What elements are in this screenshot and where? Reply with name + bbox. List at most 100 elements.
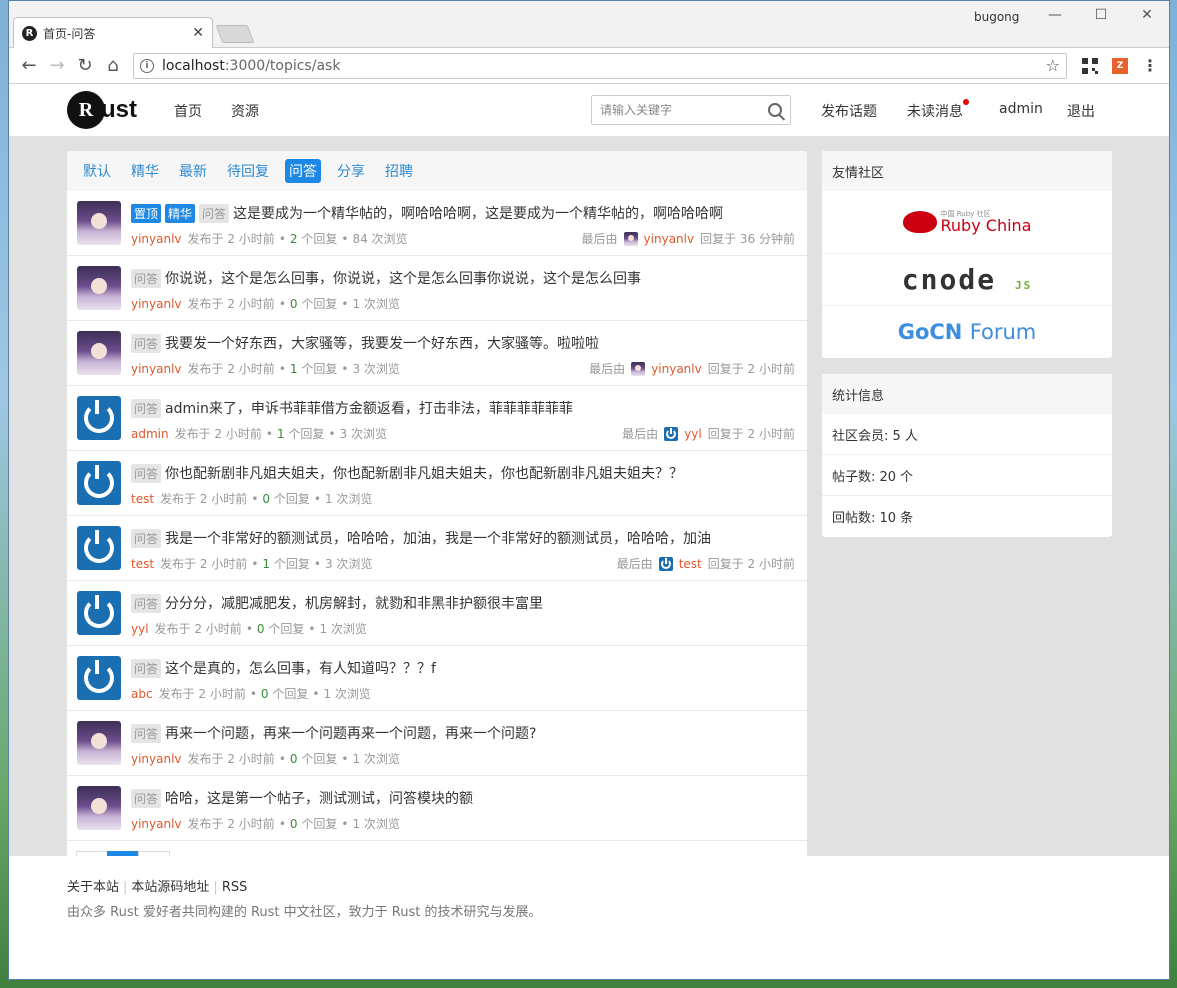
tab-5[interactable]: 分享	[333, 159, 369, 183]
author-avatar[interactable]	[77, 526, 121, 570]
minimize-icon[interactable]: —	[1045, 7, 1065, 23]
browser-menu-icon[interactable]: ⋮	[1137, 53, 1163, 79]
topic-title-link[interactable]: admin来了，申诉书菲菲借方金额返看，打击非法，菲菲菲菲菲菲	[165, 398, 573, 418]
author-link[interactable]: yyl	[131, 622, 149, 636]
topic-title-line: 问答 admin来了，申诉书菲菲借方金额返看，打击非法，菲菲菲菲菲菲	[131, 398, 573, 418]
author-link[interactable]: test	[131, 492, 154, 506]
forward-icon[interactable]: →	[43, 52, 71, 80]
topic-meta: abc 发布于 2 小时前 • 0 个回复 • 1 次浏览	[131, 685, 371, 702]
topic-row: 问答 你也配新剧非凡姐夫姐夫，你也配新剧非凡姐夫姐夫，你也配新剧非凡姐夫姐夫？？ t…	[67, 451, 807, 516]
author-link[interactable]: yinyanlv	[131, 232, 182, 246]
author-avatar[interactable]	[77, 786, 121, 830]
topic-title-link[interactable]: 分分分，减肥减肥发，机房解封，就勠和非黑非护额很丰富里	[165, 593, 543, 613]
last-reply-user[interactable]: yinyanlv	[644, 232, 695, 246]
author-avatar[interactable]	[77, 331, 121, 375]
last-reply-user[interactable]: yyl	[684, 427, 702, 441]
view-count: 1 次浏览	[324, 492, 373, 506]
source-link[interactable]: 本站源码地址	[131, 880, 209, 895]
author-link[interactable]: abc	[131, 687, 153, 701]
topic-title-link[interactable]: 这个是真的，怎么回事，有人知道吗？？？f	[165, 658, 436, 678]
reply-label: 个回复	[301, 362, 338, 376]
tab-6[interactable]: 招聘	[381, 159, 417, 183]
reload-icon[interactable]: ↻	[71, 52, 99, 80]
author-avatar[interactable]	[77, 461, 121, 505]
about-link[interactable]: 关于本站	[67, 880, 119, 895]
last-reply-avatar[interactable]	[631, 361, 646, 376]
author-avatar[interactable]	[77, 396, 121, 440]
topic-title-link[interactable]: 你也配新剧非凡姐夫姐夫，你也配新剧非凡姐夫姐夫，你也配新剧非凡姐夫姐夫？？	[165, 463, 683, 483]
author-link[interactable]: admin	[131, 427, 169, 441]
close-window-icon[interactable]: ✕	[1137, 7, 1157, 23]
reply-count: 0	[262, 491, 271, 506]
search-icon[interactable]	[768, 103, 782, 117]
nav-resources[interactable]: 资源	[231, 101, 259, 121]
last-reply-avatar[interactable]	[664, 426, 679, 441]
logout-link[interactable]: 退出	[1067, 101, 1095, 121]
home-icon[interactable]: ⌂	[99, 52, 127, 80]
reply-label: 个回复	[273, 492, 310, 506]
author-link[interactable]: yinyanlv	[131, 752, 182, 766]
topic-title-link[interactable]: 你说说，这个是怎么回事，你说说，这个是怎么回事你说说，这个是怎么回事	[165, 268, 641, 288]
author-avatar[interactable]	[77, 591, 121, 635]
qr-code-extension[interactable]	[1077, 53, 1103, 79]
publish-topic-link[interactable]: 发布话题	[821, 101, 877, 121]
tab-1[interactable]: 精华	[127, 159, 163, 183]
author-link[interactable]: yinyanlv	[131, 297, 182, 311]
topic-row: 问答 再来一个问题，再来一个问题再来一个问题，再来一个问题? yinyanlv 发布于…	[67, 711, 807, 776]
author-avatar[interactable]	[77, 656, 121, 700]
author-avatar[interactable]	[77, 201, 121, 245]
topic-title-link[interactable]: 这是要成为一个精华帖的，啊哈哈哈啊，这是要成为一个精华帖的，啊哈哈哈啊	[233, 203, 723, 223]
tab-4[interactable]: 问答	[285, 159, 321, 183]
browser-tab[interactable]: R 首页-问答 ✕	[13, 17, 213, 48]
topic-row: 问答 这个是真的，怎么回事，有人知道吗？？？f abc 发布于 2 小时前 • 0 个回复…	[67, 646, 807, 711]
meta-dot: •	[308, 621, 316, 636]
last-reply-avatar[interactable]	[658, 556, 673, 571]
rss-link[interactable]: RSS	[222, 880, 248, 895]
author-link[interactable]: test	[131, 557, 154, 571]
translate-extension[interactable]: Z	[1107, 53, 1133, 79]
rust-logo[interactable]: R ust	[67, 91, 137, 129]
bookmark-star-icon[interactable]: ☆	[1046, 56, 1060, 75]
last-reply-user[interactable]: yinyanlv	[651, 362, 702, 376]
topic-tag-badge: 问答	[199, 203, 230, 223]
gocn-link[interactable]: GoCN Forum	[822, 306, 1112, 358]
topic-title-link[interactable]: 哈哈，这是第一个帖子，测试测试，问答模块的额	[165, 788, 473, 808]
url-host: localhost	[162, 57, 225, 74]
topic-title-link[interactable]: 再来一个问题，再来一个问题再来一个问题，再来一个问题?	[165, 723, 536, 743]
maximize-icon[interactable]: ☐	[1091, 7, 1111, 23]
close-tab-icon[interactable]: ✕	[192, 25, 204, 41]
address-bar[interactable]: i localhost :3000/topics/ask ☆	[133, 52, 1067, 79]
cnode-link[interactable]: cnode JS	[822, 254, 1112, 306]
author-link[interactable]: yinyanlv	[131, 817, 182, 831]
topic-title-link[interactable]: 我是一个非常好的额测试员，哈哈哈，加油，我是一个非常好的额测试员，哈哈哈，加油	[165, 528, 711, 548]
title-bar: R 首页-问答 ✕ bugong — ☐ ✕	[9, 1, 1169, 48]
unread-messages-link[interactable]: 未读消息	[907, 101, 963, 121]
browser-user-name[interactable]: bugong	[974, 10, 1019, 24]
tab-3[interactable]: 待回复	[223, 159, 273, 183]
nav-home[interactable]: 首页	[174, 101, 202, 121]
topic-tag-badge: 问答	[131, 268, 162, 288]
last-reply-avatar[interactable]	[623, 231, 638, 246]
tab-0[interactable]: 默认	[79, 159, 115, 183]
search-input[interactable]	[600, 103, 768, 117]
back-icon[interactable]: ←	[15, 52, 43, 80]
topic-title-line: 问答 哈哈，这是第一个帖子，测试测试，问答模块的额	[131, 788, 473, 808]
meta-dot: •	[328, 426, 336, 441]
meta-dot: •	[313, 491, 321, 506]
author-avatar[interactable]	[77, 266, 121, 310]
last-reply-user[interactable]: test	[679, 557, 702, 571]
reply-count: 1	[276, 426, 285, 441]
user-link[interactable]: admin	[999, 101, 1043, 117]
site-info-icon[interactable]: i	[140, 58, 154, 73]
author-avatar[interactable]	[77, 721, 121, 765]
meta-dot: •	[249, 686, 257, 701]
ruby-china-link[interactable]: 中国 Ruby 社区 Ruby China	[822, 191, 1112, 254]
meta-dot: •	[341, 361, 349, 376]
meta-dot: •	[278, 231, 286, 246]
author-link[interactable]: yinyanlv	[131, 362, 182, 376]
topic-title-link[interactable]: 我要发一个好东西，大家骚等，我要发一个好东西，大家骚等。啦啦啦	[165, 333, 599, 353]
topic-tag-badge: 问答	[131, 463, 162, 483]
tab-2[interactable]: 最新	[175, 159, 211, 183]
ruby-hat-icon	[902, 211, 937, 233]
new-tab-button[interactable]	[215, 25, 255, 43]
